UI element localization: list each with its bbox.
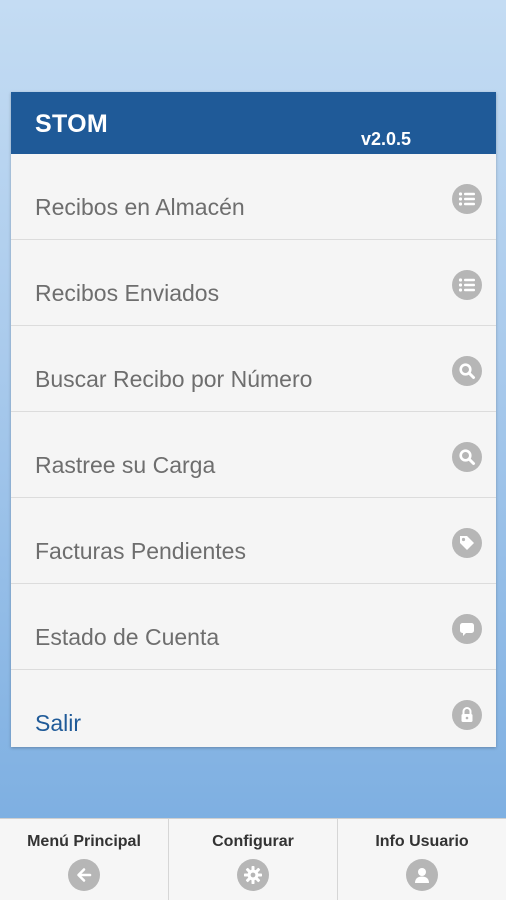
app-version: v2.0.5 [360, 129, 411, 149]
search-icon [452, 356, 482, 386]
app-header: STOM v2.0.5 [11, 92, 496, 154]
menu-item-recibos-almacen[interactable]: Recibos en Almacén [11, 154, 496, 240]
list-icon [452, 270, 482, 300]
main-menu-panel: STOM v2.0.5 Recibos en Almacén Recibos E… [11, 92, 496, 747]
menu-item-estado-cuenta[interactable]: Estado de Cuenta [11, 584, 496, 670]
comment-icon [452, 614, 482, 644]
menu-item-facturas-pendientes[interactable]: Facturas Pendientes [11, 498, 496, 584]
menu-item-label: Facturas Pendientes [35, 538, 246, 564]
menu-item-salir[interactable]: Salir [11, 670, 496, 747]
menu-item-label: Buscar Recibo por Número [35, 366, 313, 392]
tag-icon [452, 528, 482, 558]
menu-list: Recibos en Almacén Recibos Enviados Busc… [11, 154, 496, 747]
menu-item-label: Estado de Cuenta [35, 624, 220, 650]
menu-item-label: Recibos en Almacén [35, 194, 245, 220]
menu-item-recibos-enviados[interactable]: Recibos Enviados [11, 240, 496, 326]
lock-icon [452, 700, 482, 730]
tab-label: Menú Principal [27, 833, 141, 850]
tab-menu-principal[interactable]: Menú Principal [0, 819, 169, 900]
arrow-left-icon [68, 859, 100, 891]
tab-label: Configurar [212, 833, 294, 850]
menu-item-rastree-carga[interactable]: Rastree su Carga [11, 412, 496, 498]
menu-item-buscar-recibo[interactable]: Buscar Recibo por Número [11, 326, 496, 412]
menu-item-label: Salir [35, 710, 82, 736]
tab-info-usuario[interactable]: Info Usuario [338, 819, 506, 900]
menu-item-label: Rastree su Carga [35, 452, 216, 478]
app-title: STOM [35, 110, 108, 138]
tab-label: Info Usuario [375, 833, 469, 850]
menu-item-label: Recibos Enviados [35, 280, 220, 306]
search-icon [452, 442, 482, 472]
tab-configurar[interactable]: Configurar [169, 819, 338, 900]
gear-icon [237, 859, 269, 891]
list-icon [452, 184, 482, 214]
user-icon [406, 859, 438, 891]
bottom-tab-bar: Menú Principal Configurar Info Usuario [0, 818, 506, 900]
